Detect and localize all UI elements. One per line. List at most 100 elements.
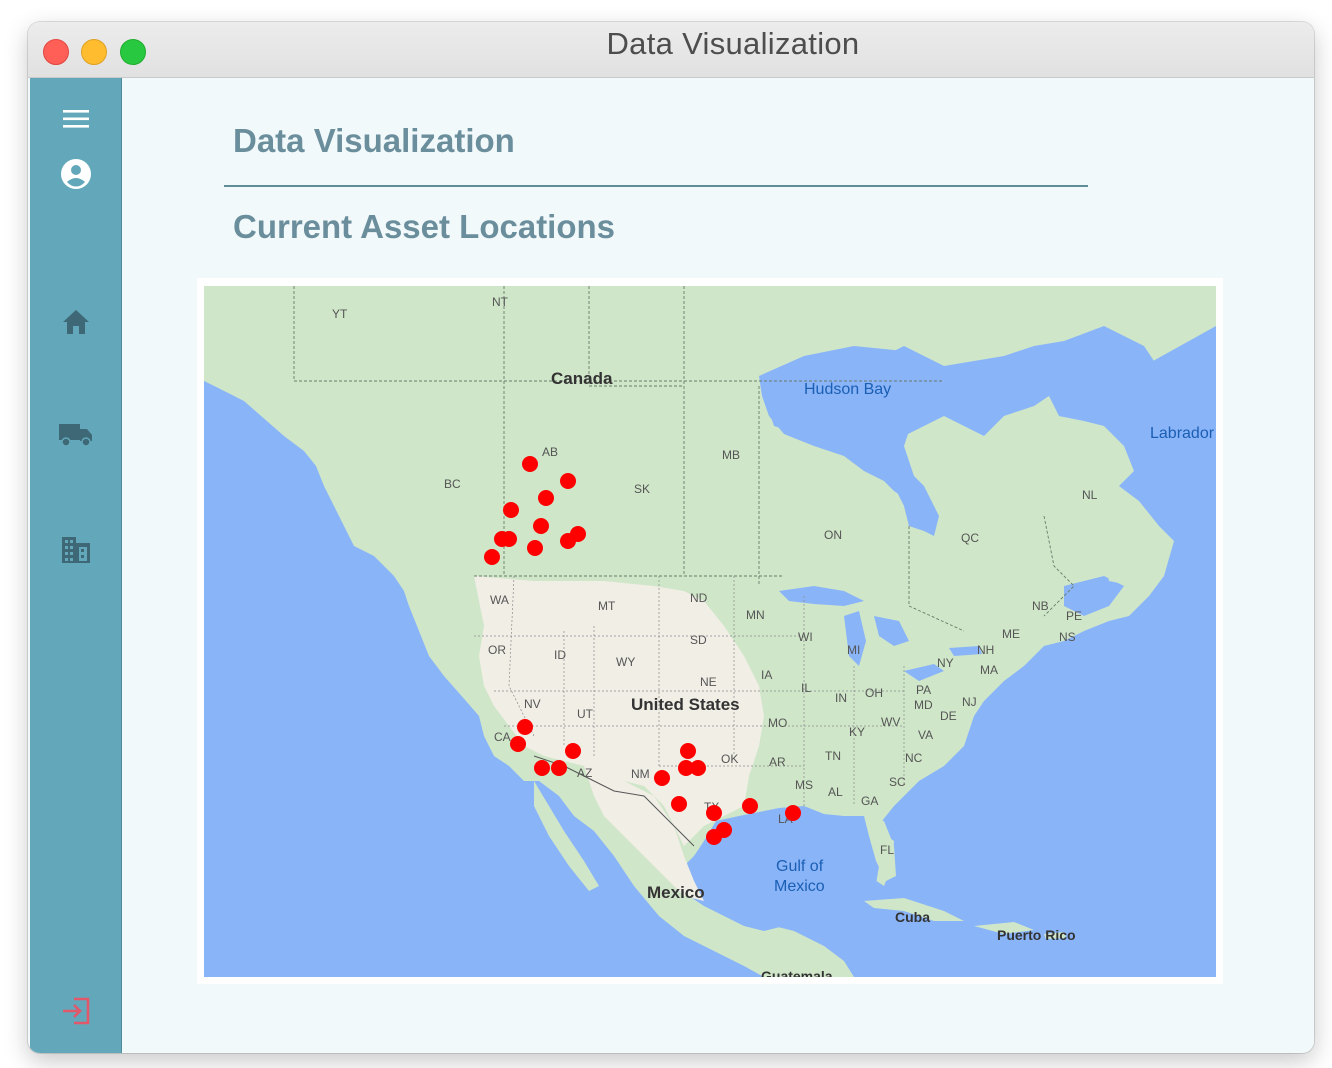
asset-marker[interactable] [517, 719, 533, 735]
map-label-hudson-bay: Hudson Bay [804, 381, 891, 398]
region-label-nh: NH [977, 643, 994, 657]
region-label-ne: NE [700, 675, 717, 689]
app-window: Data Visualization Data Visualization Cu… [28, 22, 1314, 1053]
truck-icon [58, 424, 92, 447]
asset-marker[interactable] [533, 518, 549, 534]
region-label-sk: SK [634, 482, 650, 496]
asset-marker[interactable] [560, 473, 576, 489]
asset-marker[interactable] [706, 829, 722, 845]
region-label-mo: MO [768, 716, 787, 730]
menu-button[interactable] [30, 108, 121, 130]
asset-marker[interactable] [501, 531, 517, 547]
asset-map[interactable]: Canada United States Mexico Hudson Bay L… [204, 286, 1216, 977]
region-label-az: AZ [577, 766, 592, 780]
asset-marker[interactable] [551, 760, 567, 776]
section-title: Current Asset Locations [233, 208, 616, 245]
region-label-wi: WI [798, 630, 813, 644]
region-label-nt: NT [492, 295, 509, 309]
region-label-pe: PE [1066, 609, 1082, 623]
region-label-ns: NS [1059, 630, 1076, 644]
asset-marker[interactable] [560, 533, 576, 549]
region-label-ok: OK [721, 752, 738, 766]
map-label-canada: Canada [551, 369, 613, 388]
region-label-ar: AR [769, 755, 786, 769]
locations-button[interactable] [30, 535, 121, 565]
region-label-sc: SC [889, 775, 906, 789]
region-label-de: DE [940, 709, 957, 723]
region-label-nv: NV [524, 697, 541, 711]
alaska-land [204, 286, 294, 396]
region-label-qc: QC [961, 531, 979, 545]
home-button[interactable] [30, 308, 121, 336]
region-label-mn: MN [746, 608, 765, 622]
asset-marker[interactable] [690, 760, 706, 776]
region-label-md: MD [914, 698, 933, 712]
region-label-ab: AB [542, 445, 558, 459]
asset-marker[interactable] [522, 456, 538, 472]
asset-marker[interactable] [538, 490, 554, 506]
map-container: Canada United States Mexico Hudson Bay L… [197, 278, 1223, 984]
region-label-mt: MT [598, 599, 616, 613]
region-label-in: IN [835, 691, 847, 705]
asset-marker[interactable] [785, 805, 801, 821]
home-icon [62, 310, 89, 334]
region-label-yt: YT [332, 307, 348, 321]
region-label-id: ID [554, 648, 566, 662]
region-label-ga: GA [861, 794, 878, 808]
asset-marker[interactable] [510, 736, 526, 752]
region-label-oh: OH [865, 686, 883, 700]
account-button[interactable] [30, 158, 121, 190]
assets-button[interactable] [30, 421, 121, 449]
asset-marker[interactable] [565, 743, 581, 759]
logout-icon [62, 997, 89, 1025]
asset-marker[interactable] [671, 796, 687, 812]
map-label-mexico: Mexico [647, 883, 705, 902]
region-label-ia: IA [761, 668, 772, 682]
region-label-nd: ND [690, 591, 708, 605]
map-label-gulf: Gulf of [776, 858, 824, 875]
region-label-fl: FL [880, 843, 894, 857]
region-label-on: ON [824, 528, 842, 542]
region-label-mb: MB [722, 448, 740, 462]
region-label-nl: NL [1082, 488, 1098, 502]
region-label-il: IL [801, 681, 811, 695]
region-label-wa: WA [490, 593, 509, 607]
window-title: Data Visualization [606, 26, 860, 61]
title-bar: Data Visualization [28, 22, 1314, 78]
asset-marker[interactable] [503, 502, 519, 518]
region-label-ma: MA [980, 663, 998, 677]
region-label-wv: WV [881, 715, 900, 729]
region-label-nm: NM [631, 767, 650, 781]
building-icon [61, 537, 90, 563]
region-label-ky: KY [849, 725, 865, 739]
asset-marker[interactable] [654, 770, 670, 786]
asset-marker[interactable] [484, 549, 500, 565]
region-label-nc: NC [905, 751, 923, 765]
region-label-va: VA [918, 728, 933, 742]
divider [224, 185, 1088, 187]
asset-marker[interactable] [742, 798, 758, 814]
region-label-ca: CA [494, 730, 511, 744]
map-label-cuba: Cuba [895, 909, 930, 925]
region-label-al: AL [828, 785, 843, 799]
asset-marker[interactable] [534, 760, 550, 776]
sidebar [30, 78, 122, 1053]
region-label-or: OR [488, 643, 506, 657]
region-label-sd: SD [690, 633, 707, 647]
region-label-bc: BC [444, 477, 461, 491]
map-label-united-states: United States [631, 695, 740, 714]
map-label-labrador: Labrador [1150, 425, 1215, 442]
page-title: Data Visualization [233, 122, 515, 159]
map-label-puerto-rico: Puerto Rico [997, 927, 1076, 943]
map-label-gulf-2: Mexico [774, 878, 825, 895]
region-label-me: ME [1002, 627, 1020, 641]
asset-marker[interactable] [706, 805, 722, 821]
asset-marker[interactable] [680, 743, 696, 759]
logout-button[interactable] [30, 996, 121, 1026]
region-label-pa: PA [916, 683, 931, 697]
region-label-tn: TN [825, 749, 841, 763]
region-label-mi: MI [847, 643, 860, 657]
region-label-nj: NJ [962, 695, 977, 709]
asset-marker[interactable] [527, 540, 543, 556]
region-label-wy: WY [616, 655, 635, 669]
